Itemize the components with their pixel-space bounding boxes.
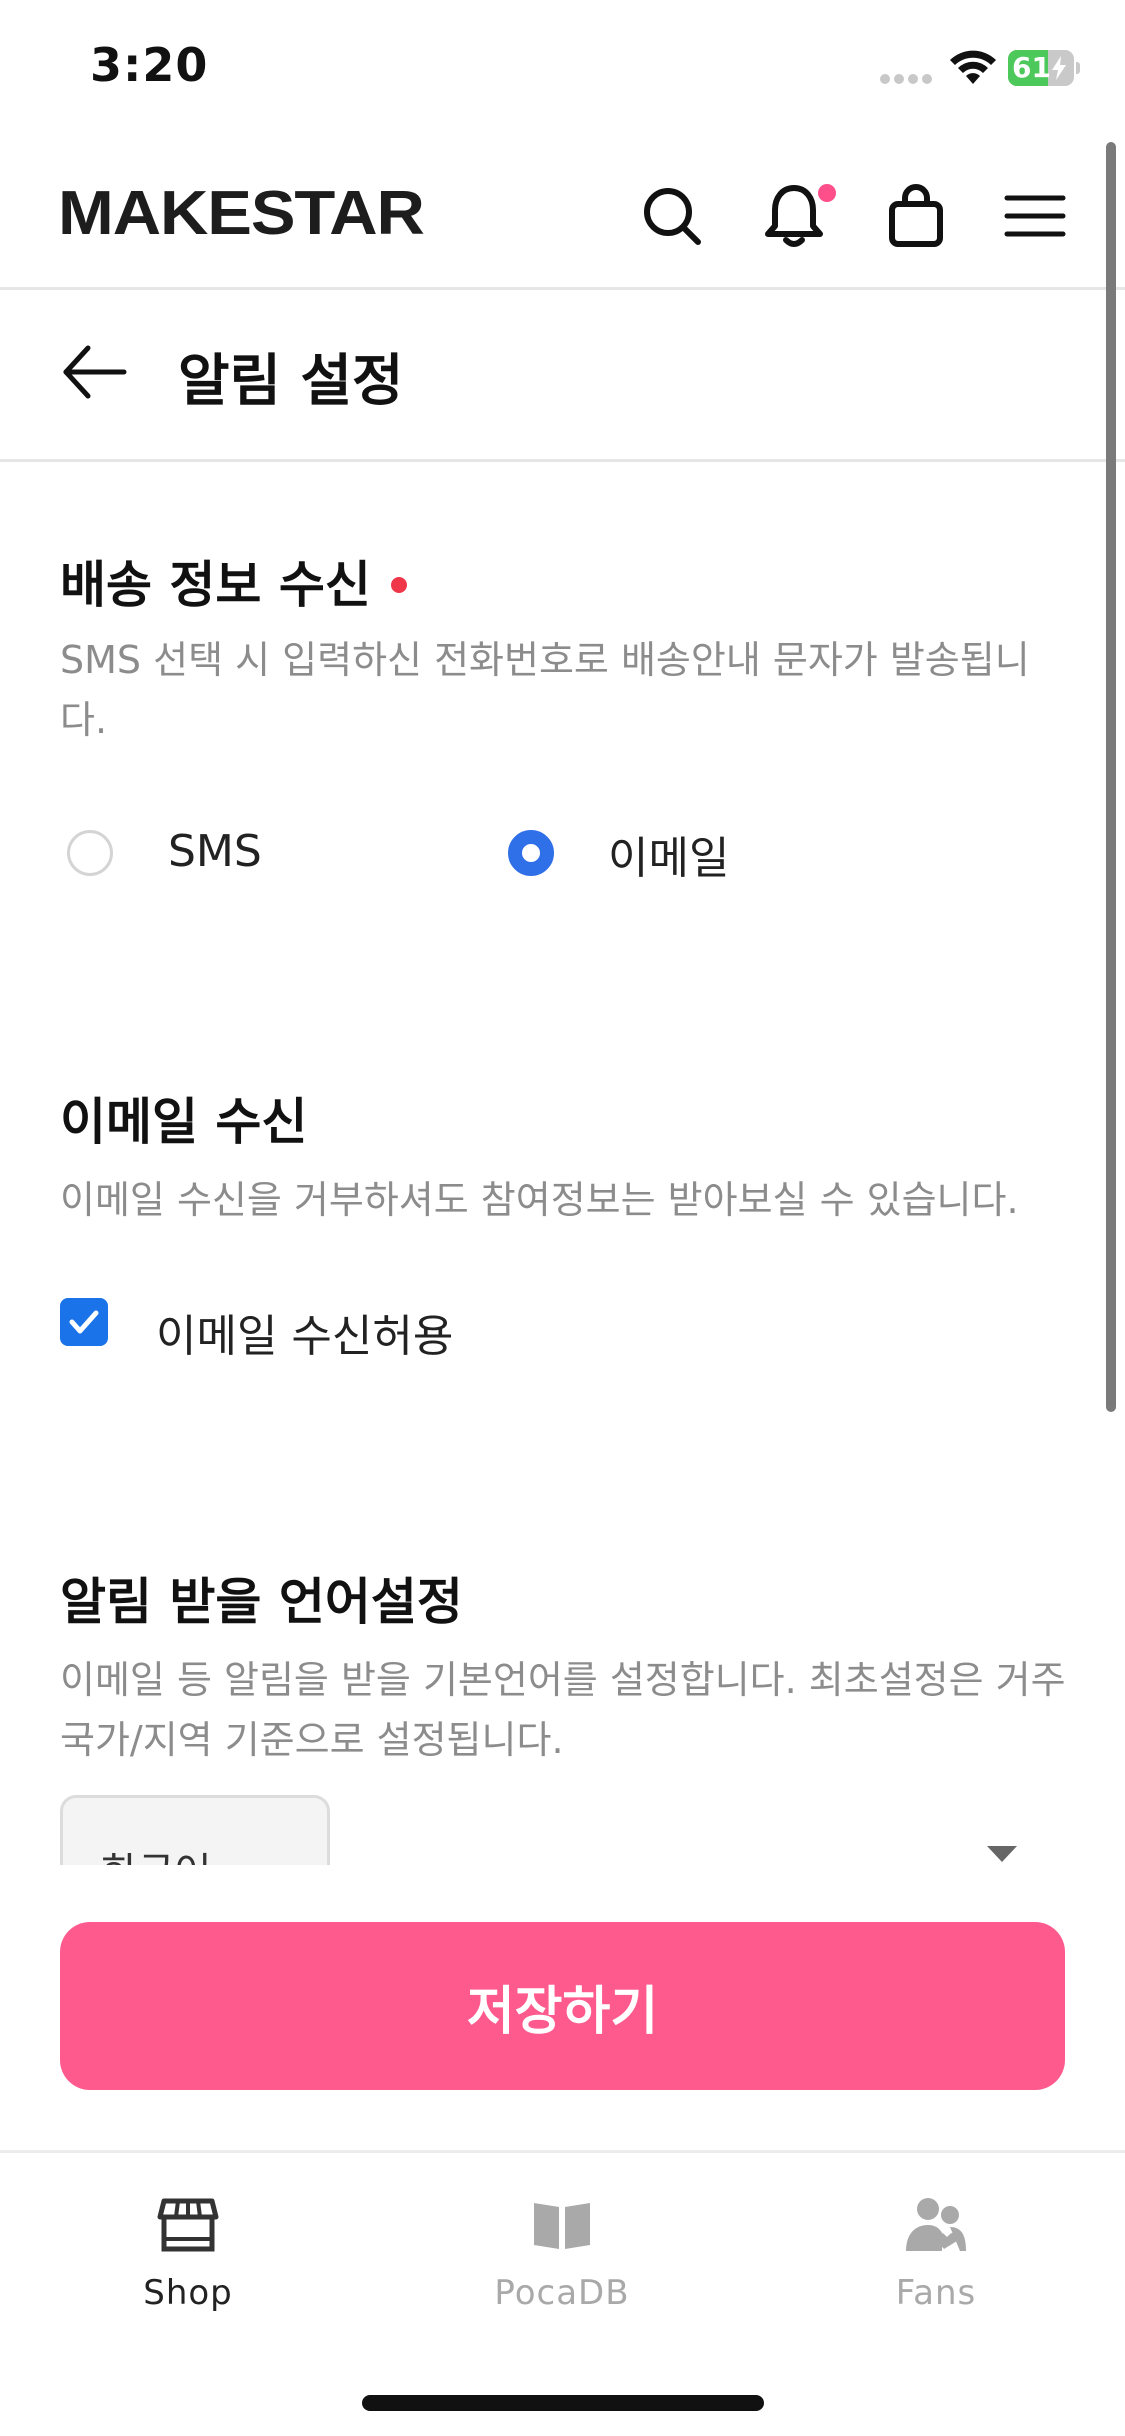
bottom-nav: Shop PocaDB Fans xyxy=(0,2150,1125,2436)
nav-item-shop[interactable]: Shop xyxy=(58,2183,318,2323)
wifi-icon xyxy=(950,50,996,84)
language-select[interactable]: 한국어 xyxy=(60,1795,330,1865)
required-indicator xyxy=(390,576,407,593)
radio-sms-label[interactable]: SMS xyxy=(168,826,262,877)
store-icon xyxy=(157,2198,219,2252)
shopping-bag-icon[interactable] xyxy=(880,180,952,252)
page-title: 알림 설정 xyxy=(178,349,404,414)
email-section-title: 이메일 수신 xyxy=(60,1093,308,1151)
dropdown-arrow-icon[interactable] xyxy=(987,1846,1017,1862)
home-indicator xyxy=(362,2395,764,2411)
scrollbar[interactable] xyxy=(1106,142,1116,1412)
back-arrow-icon[interactable] xyxy=(58,336,130,408)
delivery-description: SMS 선택 시 입력하신 전화번호로 배송안내 문자가 발송됩니다. xyxy=(60,638,1030,742)
language-description: 이메일 등 알림을 받을 기본언어를 설정합니다. 최초설정은 거주국가/지역 … xyxy=(60,1658,1066,1762)
radio-email[interactable] xyxy=(508,830,554,876)
cellular-signal-icon xyxy=(880,74,934,84)
radio-email-label[interactable]: 이메일 xyxy=(608,822,729,886)
status-bar: 3:20 61 xyxy=(0,0,1125,140)
save-button[interactable]: 저장하기 xyxy=(60,1922,1065,2090)
makestar-logo[interactable]: MAKESTAR xyxy=(58,178,425,249)
title-bar: 알림 설정 xyxy=(0,290,1125,462)
radio-sms[interactable] xyxy=(67,830,113,876)
search-icon[interactable] xyxy=(636,180,708,252)
status-time: 3:20 xyxy=(90,38,209,92)
delivery-title-text: 배송 정보 수신 xyxy=(60,556,371,614)
menu-icon[interactable] xyxy=(999,180,1071,252)
notification-badge xyxy=(818,184,836,202)
language-select-value: 한국어 xyxy=(101,1840,211,1865)
open-book-icon xyxy=(534,2203,590,2249)
delivery-section-title: 배송 정보 수신 xyxy=(60,545,407,617)
fans-people-icon xyxy=(906,2198,966,2251)
email-consent-checkbox[interactable] xyxy=(60,1298,108,1346)
nav-item-pocadb[interactable]: PocaDB xyxy=(432,2183,692,2323)
language-section-title: 알림 받을 언어설정 xyxy=(60,1573,463,1631)
battery-percent: 61 xyxy=(1012,51,1051,84)
nav-label-shop: Shop xyxy=(143,2273,233,2313)
nav-item-fans[interactable]: Fans xyxy=(806,2183,1066,2323)
checkmark-icon xyxy=(69,1310,99,1334)
battery-indicator: 61 xyxy=(1008,50,1080,86)
email-consent-label[interactable]: 이메일 수신허용 xyxy=(156,1300,453,1364)
nav-label-fans: Fans xyxy=(895,2273,977,2313)
charging-bolt-icon xyxy=(1052,56,1066,80)
nav-label-pocadb: PocaDB xyxy=(494,2273,630,2313)
email-description: 이메일 수신을 거부하셔도 참여정보는 받아보실 수 있습니다. xyxy=(60,1178,1019,1222)
app-header: MAKESTAR xyxy=(0,140,1125,290)
